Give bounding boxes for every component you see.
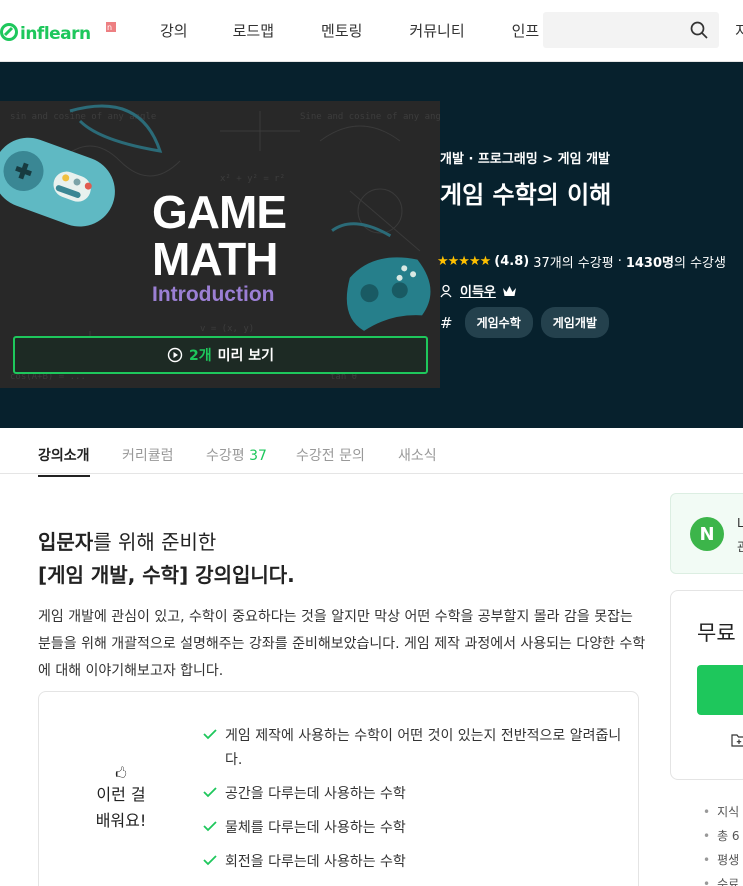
tag-list: # 게임수학 게임개발: [440, 307, 609, 338]
price-label: 무료: [697, 621, 736, 645]
course-info-item: 평생: [703, 848, 740, 872]
learn-label-line2: 배워요!: [95, 811, 147, 830]
student-count-suffix: 의 수강생: [673, 256, 726, 271]
tag-game-math[interactable]: 게임수학: [464, 307, 533, 338]
svg-text:v = (x, y): v = (x, y): [200, 324, 254, 334]
course-info-item: 총 6: [703, 824, 740, 848]
play-circle-icon: [167, 347, 183, 363]
svg-text:x² + y² = r²: x² + y² = r²: [220, 174, 285, 184]
intro-heading-line2: [게임 개발, 수학] 강의입니다.: [38, 563, 295, 587]
learn-item-text: 회전을 다루는데 사용하는 수학: [225, 854, 406, 870]
rating-stars-icon: ★★★★★: [437, 254, 491, 269]
nav-community[interactable]: 커뮤니티: [409, 20, 464, 41]
instructor-row: 이득우: [440, 281, 517, 300]
crown-icon: [502, 285, 516, 296]
tag-game-dev[interactable]: 게임개발: [540, 307, 609, 338]
learn-item-text: 게임 제작에 사용하는 수학이 어떤 것이 있는지 전반적으로 알려줍니다.: [225, 728, 622, 768]
intro-heading: 입문자를 위해 준비한 [게임 개발, 수학] 강의입니다.: [38, 526, 295, 592]
search-input[interactable]: [543, 12, 719, 48]
preview-count: 2개: [188, 348, 212, 364]
user-icon: [440, 284, 452, 297]
top-navigation-bar: inflearn n 강의 로드맵 멘토링 커뮤니티 인프 지: [0, 0, 743, 62]
course-info-list: 지식 총 6 평생 수료: [703, 800, 740, 886]
nav-roadmap[interactable]: 로드맵: [233, 20, 274, 41]
tab-curriculum[interactable]: 커리큘럼: [122, 445, 174, 465]
nav-inf[interactable]: 인프: [512, 20, 540, 41]
list-item: 물체를 다루는데 사용하는 수학: [203, 816, 623, 840]
main-nav: 강의 로드맵 멘토링 커뮤니티 인프: [160, 20, 586, 41]
notice-text-1: L: [737, 516, 743, 530]
breadcrumb[interactable]: 개발 · 프로그래밍 > 게임 개발: [440, 148, 610, 167]
nav-courses[interactable]: 강의: [160, 20, 188, 41]
instructor-name-link[interactable]: 이득우: [460, 281, 496, 300]
nav-mentoring[interactable]: 멘토링: [321, 20, 362, 41]
inflearn-logo[interactable]: inflearn n: [0, 18, 118, 46]
tab-reviews-count: 37: [249, 448, 267, 464]
what-you-learn-label: 🖒 이런 걸 배워요!: [79, 766, 163, 834]
nav-extra[interactable]: 지: [735, 20, 743, 41]
intro-heading-bold: 입문자: [38, 530, 94, 554]
thumbnail-title-game: GAME: [152, 186, 286, 238]
separator: ·: [617, 254, 622, 269]
notice-card[interactable]: N L 관: [670, 493, 743, 574]
n-badge-icon: N: [690, 517, 724, 551]
course-tabs: 강의소개 커리큘럼 수강평 37 수강전 문의 새소식: [0, 428, 743, 477]
check-icon: [203, 787, 217, 798]
enroll-card: 무료: [670, 590, 743, 780]
learn-item-text: 물체를 다루는데 사용하는 수학: [225, 820, 406, 836]
thumbnail-title-math: MATH: [152, 233, 277, 285]
course-title: 게임 수학의 이해: [440, 181, 612, 209]
learn-item-text: 공간을 다루는데 사용하는 수학: [225, 786, 406, 802]
learn-label-line1: 이런 걸: [96, 785, 146, 804]
enroll-button[interactable]: [697, 665, 743, 715]
course-info-item: 지식: [703, 800, 740, 824]
list-item: 게임 제작에 사용하는 수학이 어떤 것이 있는지 전반적으로 알려줍니다.: [203, 724, 623, 772]
folder-add-icon[interactable]: [731, 733, 743, 747]
learn-list: 게임 제작에 사용하는 수학이 어떤 것이 있는지 전반적으로 알려줍니다. 공…: [203, 724, 623, 884]
list-item: 회전을 다루는데 사용하는 수학: [203, 850, 623, 874]
tab-introduction[interactable]: 강의소개: [38, 445, 90, 477]
tab-reviews[interactable]: 수강평 37: [206, 445, 267, 465]
hash-icon: #: [440, 313, 453, 332]
notice-text-2: 관: [737, 540, 743, 554]
thumbnail-subtitle: Introduction: [152, 283, 274, 306]
thumbs-up-icon: 🖒: [115, 766, 127, 780]
check-icon: [203, 821, 217, 832]
svg-text:inflearn: inflearn: [20, 24, 91, 44]
check-icon: [203, 729, 217, 740]
svg-text:n: n: [107, 23, 112, 32]
intro-heading-rest: 를 위해 준비한: [93, 530, 217, 554]
what-you-learn-box: 🖒 이런 걸 배워요! 게임 제작에 사용하는 수학이 어떤 것이 있는지 전반…: [38, 691, 639, 886]
search-icon[interactable]: [689, 20, 709, 40]
student-count: 1430명: [625, 256, 674, 271]
tab-reviews-label: 수강평: [206, 448, 245, 464]
rating-summary: ★★★★★ (4.8) 37개의 수강평 · 1430명 의 수강생: [437, 252, 726, 271]
review-count[interactable]: 37개의 수강평: [533, 252, 613, 271]
course-info-item: 수료: [703, 872, 740, 886]
rating-value: (4.8): [494, 254, 530, 269]
preview-button[interactable]: 2개 미리 보기: [13, 336, 428, 374]
svg-text:Sine and cosine of any angle: Sine and cosine of any angle: [300, 112, 440, 122]
course-description: 게임 개발에 관심이 있고, 수학이 중요하다는 것을 알지만 막상 어떤 수학…: [38, 609, 646, 679]
preview-label: 미리 보기: [217, 348, 275, 364]
tab-news[interactable]: 새소식: [398, 445, 437, 465]
tab-questions[interactable]: 수강전 문의: [296, 445, 365, 465]
list-item: 공간을 다루는데 사용하는 수학: [203, 782, 623, 806]
check-icon: [203, 855, 217, 866]
